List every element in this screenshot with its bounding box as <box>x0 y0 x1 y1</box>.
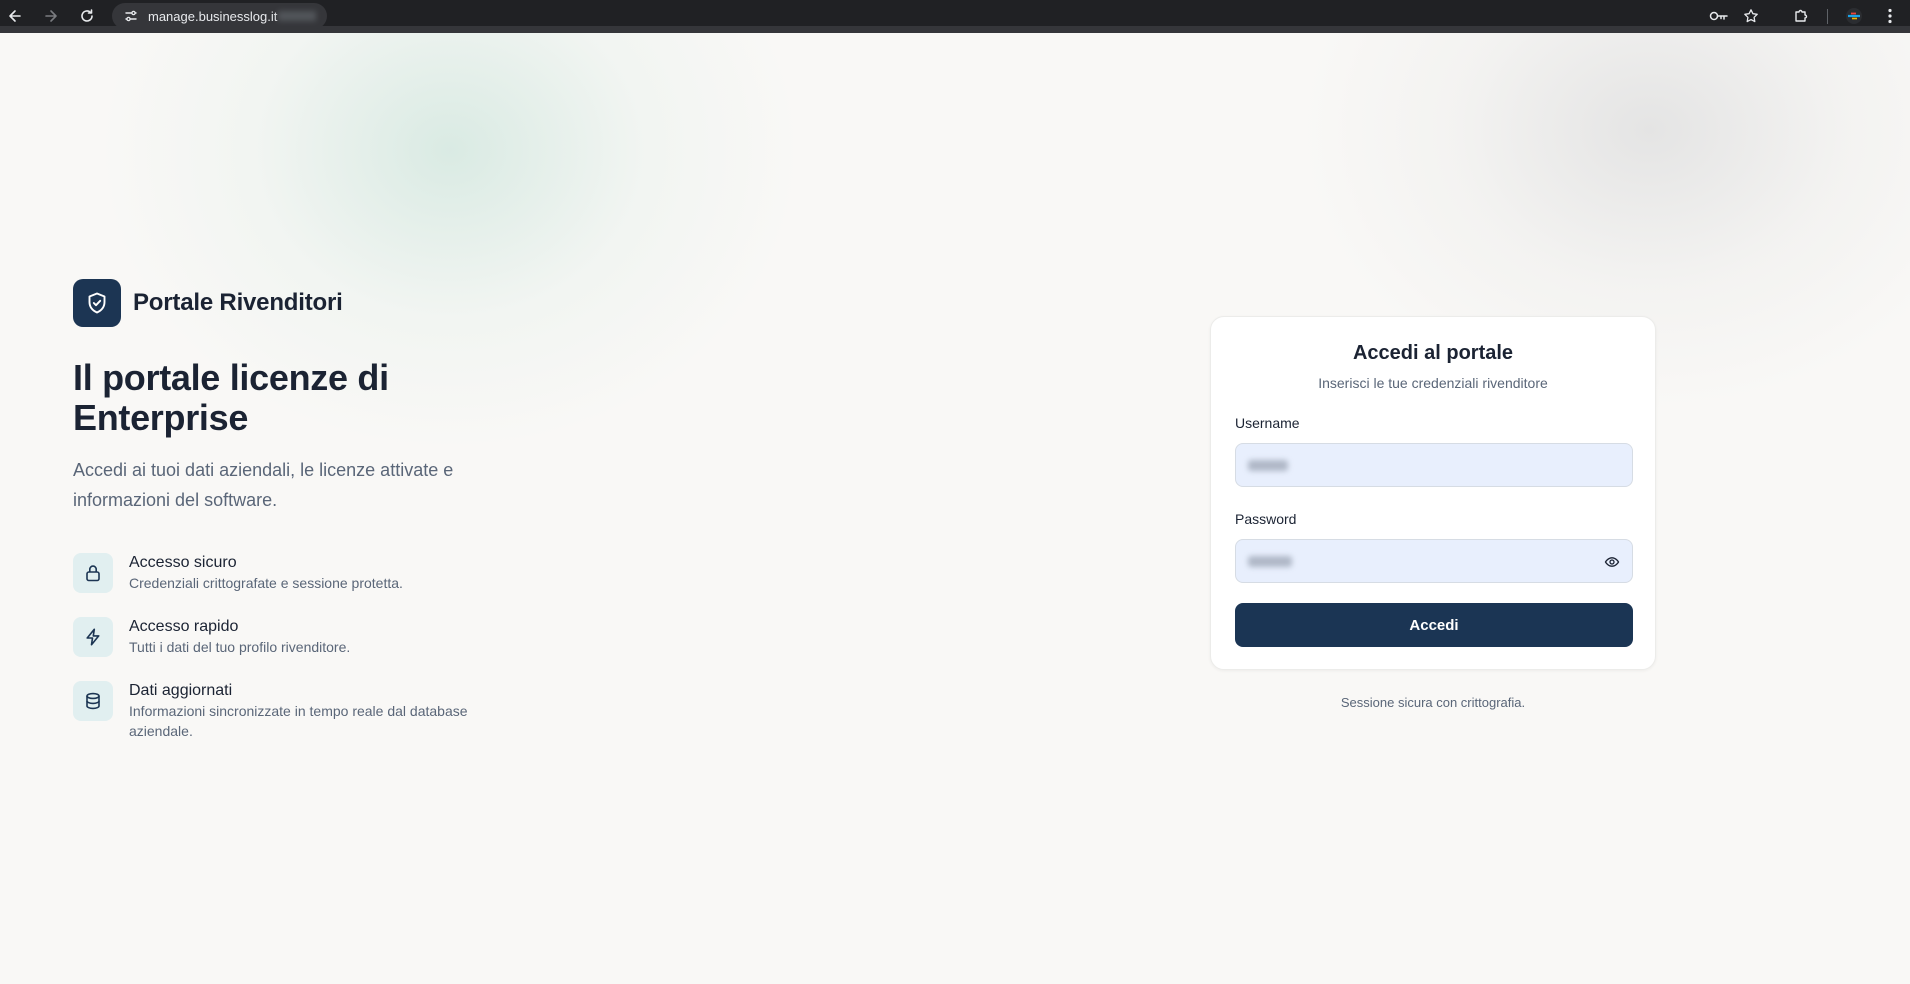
username-value-redacted <box>1248 460 1288 471</box>
lock-icon <box>73 553 113 593</box>
login-button[interactable]: Accedi <box>1235 603 1633 647</box>
url-redacted <box>278 11 317 21</box>
browser-toolbar: manage.businesslog.it <box>0 0 1910 33</box>
feature-title: Accesso sicuro <box>129 554 237 571</box>
reload-icon[interactable] <box>76 5 98 27</box>
username-field[interactable] <box>1235 443 1633 487</box>
feature-description: Informazioni sincronizzate in tempo real… <box>129 703 468 739</box>
feature-item-updated-data: Dati aggiornati Informazioni sincronizza… <box>73 681 499 741</box>
username-label: Username <box>1235 415 1300 431</box>
password-field[interactable] <box>1235 539 1633 583</box>
eye-icon[interactable] <box>1602 552 1622 572</box>
brand-name: Portale Rivenditori <box>133 289 343 316</box>
hero-subtitle: Accedi ai tuoi dati aziendali, le licenz… <box>73 460 454 510</box>
lightning-icon <box>73 617 113 657</box>
password-label: Password <box>1235 511 1297 527</box>
feature-description: Credenziali crittografate e sessione pro… <box>129 575 403 591</box>
site-info-icon[interactable] <box>122 7 140 25</box>
login-card: Accedi al portale Inserisci le tue crede… <box>1210 316 1656 670</box>
login-title: Accedi al portale <box>1352 342 1514 364</box>
profile-avatar-icon[interactable] <box>1844 6 1864 26</box>
url-text: manage.businesslog.it <box>148 8 278 24</box>
back-arrow-icon[interactable] <box>4 5 26 27</box>
database-icon <box>73 681 113 721</box>
password-value-redacted <box>1248 556 1292 567</box>
feature-description: Tutti i dati del tuo profilo rivenditore… <box>129 639 351 655</box>
secure-session-note: Sessione sicura con crittografia. <box>1340 695 1526 710</box>
feature-item-fast-access: Accesso rapido Tutti i dati del tuo prof… <box>73 617 499 657</box>
brand: Portale Rivenditori <box>73 279 343 327</box>
forward-arrow-icon[interactable] <box>40 5 62 27</box>
toolbar-divider <box>1827 9 1828 24</box>
login-subtitle: Inserisci le tue credenziali rivenditore <box>1318 375 1548 391</box>
menu-kebab-icon[interactable] <box>1880 6 1900 26</box>
extensions-icon[interactable] <box>1791 6 1811 26</box>
hero-title: Il portale licenze di Enterprise <box>73 357 389 438</box>
password-key-icon[interactable] <box>1709 6 1729 26</box>
address-bar[interactable]: manage.businesslog.it <box>112 3 327 29</box>
feature-title: Dati aggiornati <box>129 682 233 699</box>
feature-item-secure-access: Accesso sicuro Credenziali crittografate… <box>73 553 499 593</box>
bookmark-star-icon[interactable] <box>1741 6 1761 26</box>
feature-title: Accesso rapido <box>129 618 239 635</box>
shield-check-icon <box>73 279 121 327</box>
